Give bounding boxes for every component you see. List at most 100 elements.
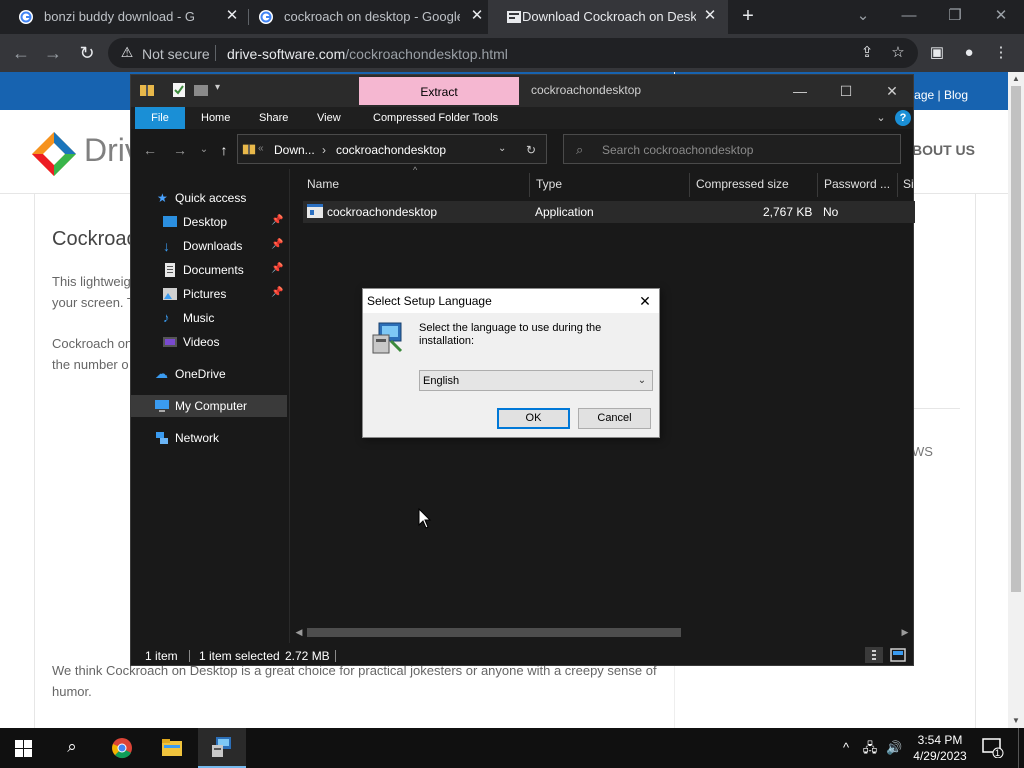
warning-triangle-icon[interactable]: ⚠ bbox=[118, 44, 136, 62]
network-icon[interactable]: 🖧 bbox=[862, 739, 878, 757]
cancel-button[interactable]: Cancel bbox=[578, 408, 651, 429]
minimize-button[interactable]: — bbox=[886, 2, 932, 30]
address-dropdown-chevron-icon[interactable]: ⌄ bbox=[498, 143, 506, 154]
tab-bonzi-search[interactable]: bonzi buddy download - Google ✕ bbox=[0, 0, 248, 34]
close-window-button[interactable]: ✕ bbox=[869, 77, 915, 105]
close-window-button[interactable]: ✕ bbox=[978, 2, 1024, 30]
file-row[interactable]: cockroachondesktop Application 2,767 KB … bbox=[303, 201, 915, 223]
taskbar-file-explorer[interactable] bbox=[148, 728, 196, 768]
column-separator[interactable] bbox=[897, 173, 898, 197]
recent-locations-chevron-icon[interactable]: ⌄ bbox=[195, 141, 213, 159]
ribbon-tab-share[interactable]: Share bbox=[247, 107, 300, 129]
ribbon-tab-view[interactable]: View bbox=[305, 107, 353, 129]
dialog-title-bar[interactable]: Select Setup Language ✕ bbox=[363, 289, 659, 313]
profile-icon[interactable]: ● bbox=[958, 42, 980, 64]
properties-icon[interactable] bbox=[171, 82, 187, 98]
tab-download-cockroach[interactable]: Download Cockroach on Desktop ✕ bbox=[488, 0, 728, 34]
url-text[interactable]: drive-software.com/cockroachondesktop.ht… bbox=[227, 46, 508, 62]
scroll-thumb[interactable] bbox=[307, 628, 681, 637]
column-header-compressed-size[interactable]: Compressed size bbox=[696, 177, 789, 191]
tab-cockroach-search[interactable]: cockroach on desktop - Google S ✕ bbox=[240, 0, 488, 34]
side-panel-icon[interactable]: ▣ bbox=[926, 42, 948, 64]
language-select[interactable]: English ⌄ bbox=[419, 370, 653, 391]
volume-icon[interactable]: 🔊 bbox=[886, 739, 902, 757]
nav-pictures[interactable]: Pictures 📌 bbox=[131, 283, 287, 305]
back-arrow-icon[interactable]: ← bbox=[141, 141, 159, 159]
pin-icon[interactable]: 📌 bbox=[271, 239, 283, 250]
restore-button[interactable]: ❐ bbox=[932, 2, 978, 30]
scroll-down-arrow-icon[interactable]: ▼ bbox=[1008, 714, 1024, 728]
forward-arrow-icon[interactable]: → bbox=[40, 40, 66, 66]
column-header-type[interactable]: Type bbox=[536, 177, 562, 191]
taskbar-setup-app[interactable] bbox=[198, 728, 246, 768]
pin-icon[interactable]: 📌 bbox=[271, 287, 283, 298]
search-icon[interactable]: ⌕ bbox=[62, 737, 82, 757]
breadcrumb-item[interactable]: Down... bbox=[274, 143, 315, 157]
nav-downloads[interactable]: ↓ Downloads 📌 bbox=[131, 235, 287, 257]
nav-videos[interactable]: Videos bbox=[131, 331, 287, 353]
column-separator[interactable] bbox=[817, 173, 818, 197]
ribbon-tab-home[interactable]: Home bbox=[189, 107, 242, 129]
new-folder-icon[interactable] bbox=[193, 82, 209, 98]
breadcrumb-item[interactable]: cockroachondesktop bbox=[336, 143, 446, 157]
scroll-left-arrow-icon[interactable]: ◀ bbox=[293, 625, 305, 639]
taskbar-clock[interactable]: 3:54 PM 4/29/2023 bbox=[906, 732, 974, 764]
explorer-search-box[interactable]: ⌕ Search cockroachondesktop bbox=[563, 134, 901, 164]
pin-icon[interactable]: 📌 bbox=[271, 215, 283, 226]
customize-toolbar-chevron-icon[interactable]: ▾ bbox=[215, 82, 231, 98]
column-header-password[interactable]: Password ... bbox=[824, 177, 890, 191]
new-tab-button[interactable]: + bbox=[738, 6, 758, 28]
nav-about-us[interactable]: BOUT US bbox=[912, 142, 975, 158]
breadcrumb-overflow-icon[interactable]: « bbox=[258, 143, 264, 154]
explorer-title-bar[interactable]: ▾ Extract cockroachondesktop — ☐ ✕ bbox=[131, 75, 913, 107]
large-icons-view-icon[interactable] bbox=[889, 647, 907, 663]
tab-close-icon[interactable]: ✕ bbox=[469, 8, 485, 24]
taskbar-chrome[interactable] bbox=[98, 728, 146, 768]
explorer-address-bar[interactable]: « Down... › cockroachondesktop ⌄ ↻ bbox=[237, 134, 547, 164]
menu-dots-icon[interactable]: ⋮ bbox=[990, 42, 1012, 64]
nav-music[interactable]: ♪ Music bbox=[131, 307, 287, 329]
nav-network[interactable]: Network bbox=[131, 427, 287, 449]
notification-center-icon[interactable] bbox=[982, 738, 1004, 758]
refresh-icon[interactable]: ↻ bbox=[526, 143, 536, 157]
tab-close-icon[interactable]: ✕ bbox=[702, 8, 718, 24]
tab-search-chevron-icon[interactable]: ⌄ bbox=[840, 2, 886, 30]
show-desktop-button[interactable] bbox=[1018, 728, 1024, 768]
site-top-links[interactable]: page | Blog bbox=[908, 88, 969, 102]
nav-my-computer[interactable]: My Computer bbox=[131, 395, 287, 417]
pane-splitter[interactable] bbox=[289, 169, 290, 643]
column-separator[interactable] bbox=[529, 173, 530, 197]
back-arrow-icon[interactable]: ← bbox=[8, 40, 34, 66]
ribbon-context-tab-extract[interactable]: Extract bbox=[359, 77, 519, 105]
nav-documents[interactable]: Documents 📌 bbox=[131, 259, 287, 281]
maximize-button[interactable]: ☐ bbox=[823, 77, 869, 105]
details-view-icon[interactable] bbox=[865, 647, 883, 663]
windows-start-icon[interactable] bbox=[15, 740, 32, 757]
close-icon[interactable]: ✕ bbox=[635, 291, 655, 311]
bookmark-star-icon[interactable]: ☆ bbox=[887, 42, 909, 64]
page-scrollbar[interactable]: ▲ ▼ bbox=[1008, 72, 1024, 728]
share-icon[interactable]: ⇪ bbox=[856, 42, 878, 64]
nav-desktop[interactable]: Desktop 📌 bbox=[131, 211, 287, 233]
nav-quick-access[interactable]: ★ Quick access bbox=[131, 187, 287, 209]
column-separator[interactable] bbox=[689, 173, 690, 197]
address-bar[interactable]: ⚠ Not secure drive-software.com/cockroac… bbox=[108, 38, 918, 68]
expand-ribbon-chevron-icon[interactable]: ⌄ bbox=[873, 110, 889, 126]
up-arrow-icon[interactable]: ↑ bbox=[215, 141, 233, 159]
tab-close-icon[interactable]: ✕ bbox=[224, 8, 240, 24]
scroll-thumb[interactable] bbox=[1011, 86, 1021, 592]
forward-arrow-icon[interactable]: → bbox=[171, 141, 189, 159]
reload-icon[interactable]: ↻ bbox=[74, 40, 100, 66]
horizontal-scrollbar[interactable]: ◀ ▶ bbox=[291, 625, 913, 639]
chevron-down-icon[interactable]: ⌄ bbox=[634, 373, 650, 389]
nav-onedrive[interactable]: ☁ OneDrive bbox=[131, 363, 287, 385]
minimize-button[interactable]: — bbox=[777, 77, 823, 105]
column-header-size[interactable]: Si bbox=[903, 177, 914, 191]
pin-icon[interactable]: 📌 bbox=[271, 263, 283, 274]
site-logo-icon[interactable] bbox=[30, 130, 78, 178]
scroll-right-arrow-icon[interactable]: ▶ bbox=[899, 625, 911, 639]
ok-button[interactable]: OK bbox=[497, 408, 570, 429]
ribbon-tab-compressed-folder-tools[interactable]: Compressed Folder Tools bbox=[361, 107, 510, 129]
help-icon[interactable]: ? bbox=[895, 110, 911, 126]
column-header-name[interactable]: Name bbox=[307, 177, 339, 191]
